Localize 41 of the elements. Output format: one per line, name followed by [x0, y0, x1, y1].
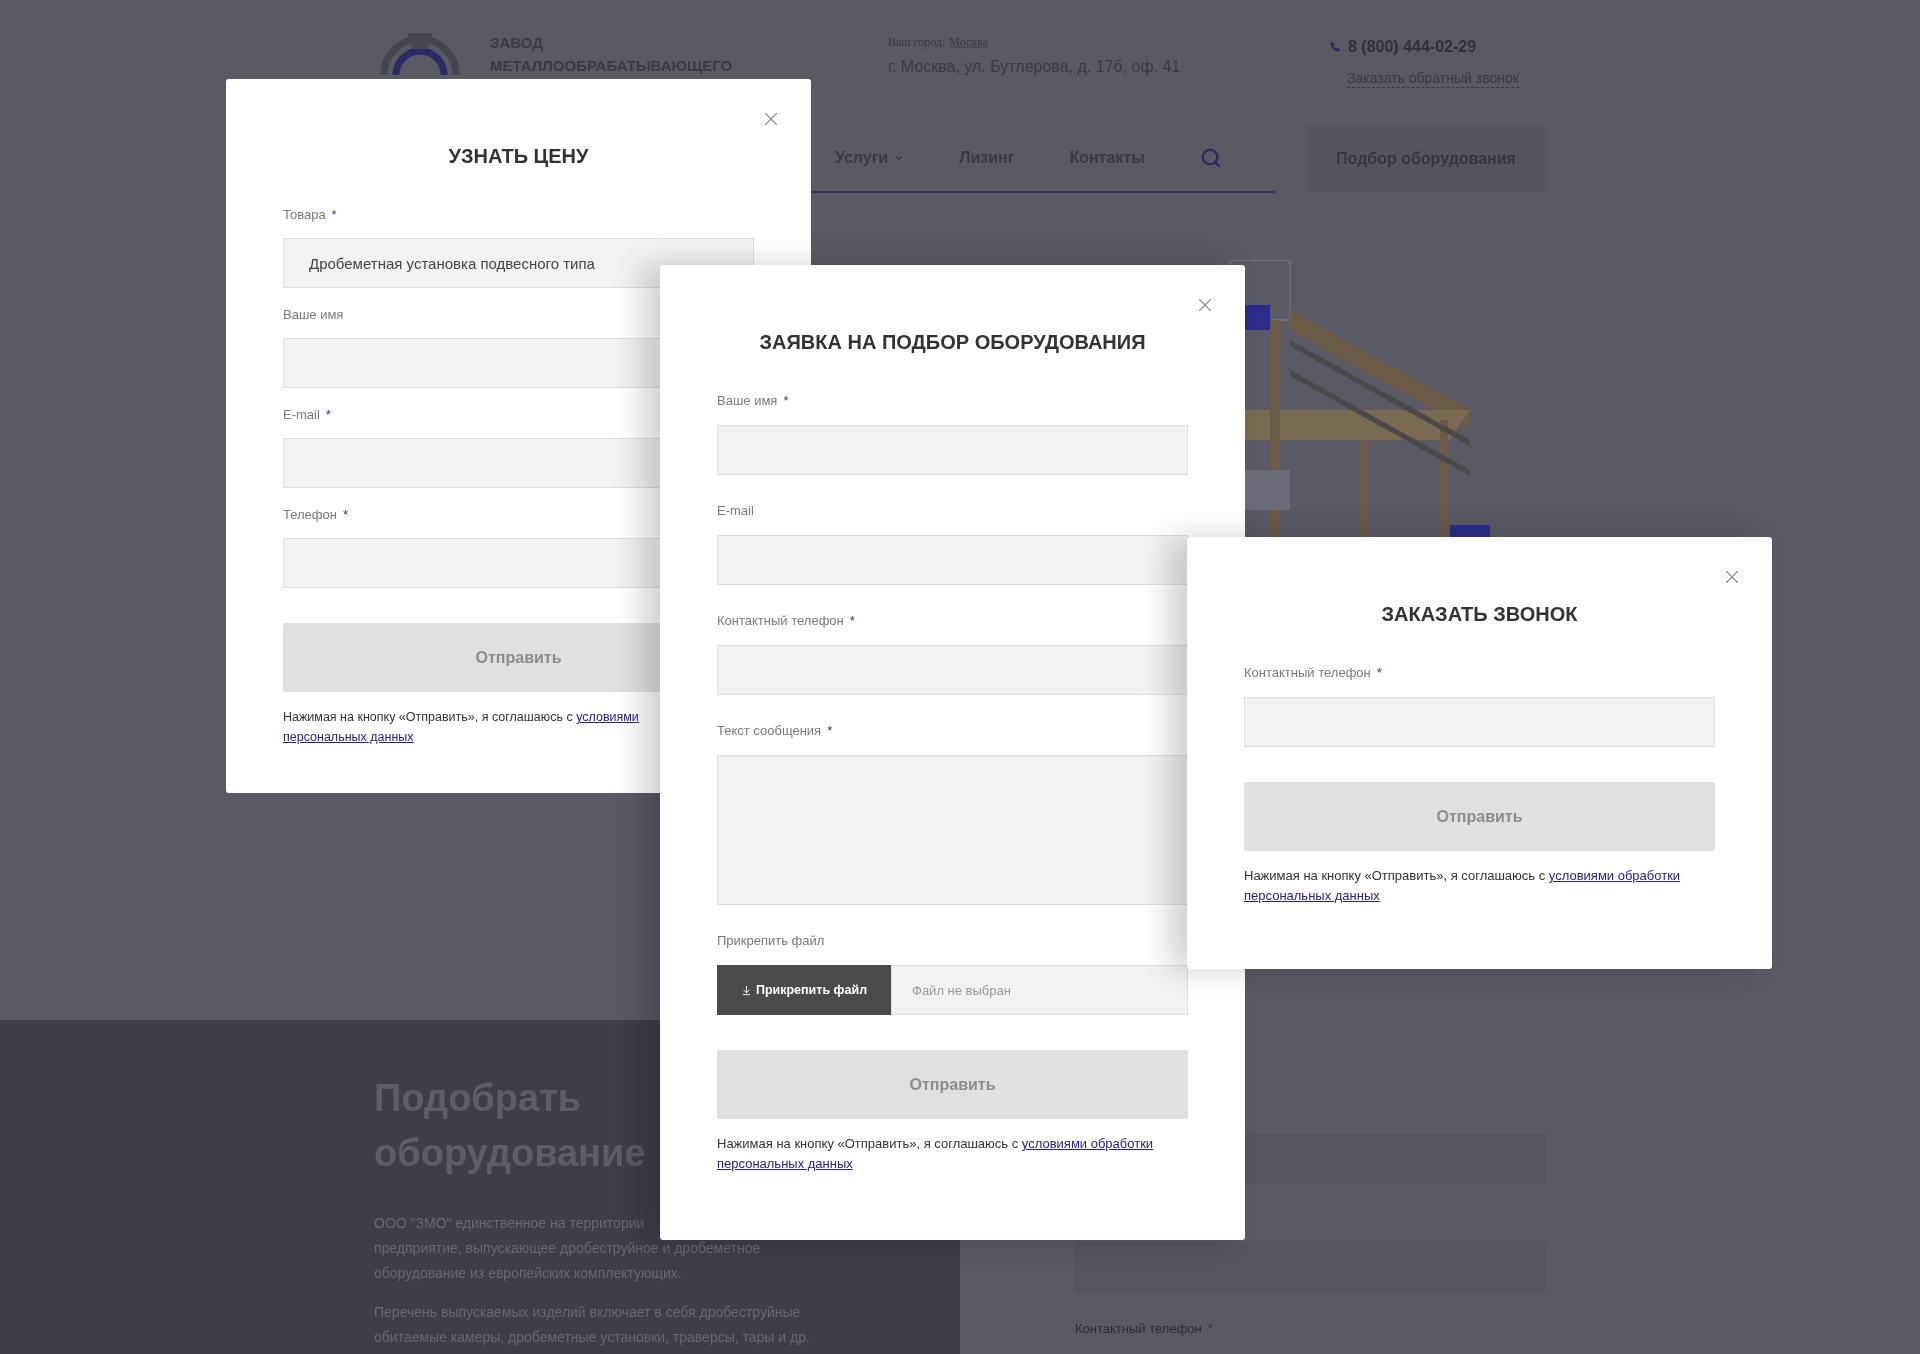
submit-button[interactable]: Отправить: [1244, 782, 1715, 851]
download-icon: [740, 984, 752, 996]
field-label: Ваше имя: [283, 307, 344, 323]
message-field[interactable]: [717, 755, 1188, 905]
field-label: Прикрепить файл: [717, 933, 825, 949]
input-field[interactable]: [1244, 697, 1715, 747]
modal-title: ЗАКАЗАТЬ ЗВОНОК: [1380, 602, 1579, 626]
field-label: Телефон: [283, 507, 337, 523]
required-mark: *: [342, 507, 348, 523]
input-field[interactable]: Дробеметная установка подвесного типа: [283, 238, 754, 288]
file-name-field[interactable]: Файл не выбран: [891, 965, 1188, 1015]
modal-title: ЗАЯВКА НА ПОДБОР ОБОРУДОВАНИЯ: [758, 330, 1147, 354]
phone-icon: [1330, 42, 1340, 52]
consent-text: Нажимая на кнопку «Отправить», я соглашаюсь с условиями обработки персональных данных: [717, 1135, 1155, 1173]
input-field[interactable]: [717, 645, 1188, 695]
input-field[interactable]: [717, 535, 1188, 585]
field-label: Контактный телефон: [1244, 665, 1371, 681]
required-mark: *: [1207, 1321, 1213, 1337]
search-icon[interactable]: [1199, 147, 1222, 169]
consent-link[interactable]: условиями обработки: [1548, 868, 1681, 883]
field-label: Текст сообщения: [717, 723, 822, 739]
consent-link[interactable]: персональных данных: [1244, 888, 1380, 903]
field-label: Товара: [283, 207, 326, 223]
consent-link[interactable]: персональных данных: [717, 1156, 853, 1171]
consent-link[interactable]: условиями обработки: [1021, 1136, 1154, 1151]
consent-link[interactable]: персональных данных: [283, 730, 414, 744]
required-mark: *: [827, 723, 833, 739]
required-mark: *: [325, 407, 331, 423]
attach-file-button[interactable]: Прикрепить файл: [717, 965, 891, 1015]
required-mark: *: [783, 393, 789, 409]
field-label: Ваше имя: [717, 393, 778, 409]
field-label: E-mail: [283, 407, 320, 423]
required-mark: *: [331, 207, 337, 223]
required-mark: *: [849, 613, 855, 629]
required-mark: *: [1376, 665, 1382, 681]
submit-button[interactable]: Отправить: [717, 1050, 1188, 1119]
input-field[interactable]: [717, 425, 1188, 475]
consent-link[interactable]: условиями: [576, 710, 639, 724]
consent-text: Нажимая на кнопку «Отправить», я соглашаюсь с условиями обработки персональных данных: [1244, 867, 1682, 905]
field-label: E-mail: [717, 503, 754, 519]
modal-title: УЗНАТЬ ЦЕНУ: [447, 144, 590, 168]
